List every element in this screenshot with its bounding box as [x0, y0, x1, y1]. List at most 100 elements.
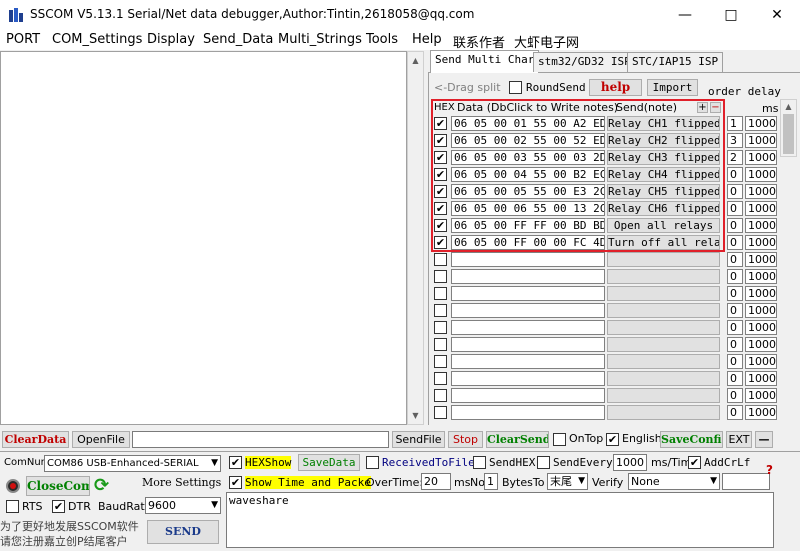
row-hex-checkbox[interactable] — [434, 321, 447, 334]
row-order-field[interactable]: 0 — [727, 405, 743, 420]
multi-scroll-up-icon[interactable]: ▲ — [781, 102, 796, 111]
clear-data-button[interactable]: ClearData — [2, 431, 69, 448]
tab-stc-isp[interactable]: STC/IAP15 ISP — [627, 52, 724, 72]
menu-send-data[interactable]: Send_Data — [203, 32, 273, 47]
row-delay-field[interactable]: 1000 — [745, 252, 777, 267]
english-checkbox[interactable]: ✔ — [606, 433, 619, 446]
tab-stm32-isp[interactable]: stm32/GD32 ISP — [533, 52, 636, 72]
refresh-icon[interactable]: ⟳ — [94, 477, 112, 495]
row-delay-field[interactable]: 1000 — [745, 388, 777, 403]
row-delay-field[interactable]: 1000 — [745, 218, 777, 233]
row-data-field[interactable] — [451, 269, 605, 284]
tab-send-multi-char[interactable]: Send Multi Char — [430, 50, 540, 73]
menu-port[interactable]: PORT — [6, 32, 40, 47]
more-settings-link[interactable]: More Settings — [142, 476, 221, 489]
on-top-checkbox[interactable] — [553, 433, 566, 446]
row-order-field[interactable]: 0 — [727, 337, 743, 352]
send-every-checkbox[interactable] — [537, 456, 550, 469]
receive-scrollbar[interactable]: ▲ ▼ — [407, 51, 424, 425]
row-hex-checkbox[interactable] — [434, 355, 447, 368]
send-file-button[interactable]: SendFile — [392, 431, 445, 448]
row-send-button[interactable] — [607, 405, 720, 420]
row-data-field[interactable] — [451, 303, 605, 318]
row-send-button[interactable] — [607, 371, 720, 386]
file-path-field[interactable] — [132, 431, 389, 448]
row-delay-field[interactable]: 1000 — [745, 303, 777, 318]
stop-button[interactable]: Stop — [448, 431, 483, 448]
row-order-field[interactable]: 0 — [727, 354, 743, 369]
close-com-button[interactable]: CloseCom — [26, 476, 90, 496]
menu-multi-strings[interactable]: Multi_Strings — [278, 32, 362, 47]
row-delay-field[interactable]: 1000 — [745, 269, 777, 284]
row-order-field[interactable]: 0 — [727, 320, 743, 335]
row-hex-checkbox[interactable] — [434, 338, 447, 351]
row-hex-checkbox[interactable] — [434, 304, 447, 317]
scroll-up-icon[interactable]: ▲ — [408, 56, 423, 65]
receive-area[interactable] — [0, 51, 407, 425]
question-icon[interactable]: ? — [766, 463, 773, 477]
menu-display[interactable]: Display — [147, 32, 195, 47]
open-file-button[interactable]: OpenFile — [72, 431, 130, 448]
minimize-icon[interactable]: — — [662, 0, 708, 30]
row-delay-field[interactable]: 1000 — [745, 354, 777, 369]
row-send-button[interactable] — [607, 269, 720, 284]
over-time-field[interactable]: 20 — [421, 473, 451, 490]
row-data-field[interactable] — [451, 337, 605, 352]
send-every-field[interactable]: 1000 — [613, 454, 647, 471]
row-delay-field[interactable]: 1000 — [745, 337, 777, 352]
row-order-field[interactable]: 0 — [727, 286, 743, 301]
ext-button[interactable]: EXT — [726, 431, 752, 448]
row-order-field[interactable]: 3 — [727, 133, 743, 148]
row-order-field[interactable]: 0 — [727, 218, 743, 233]
help-button[interactable]: help — [589, 79, 642, 96]
row-order-field[interactable]: 0 — [727, 184, 743, 199]
bytes-to-select[interactable]: 末尾 ▼ — [547, 473, 588, 490]
row-hex-checkbox[interactable] — [434, 406, 447, 419]
rts-checkbox[interactable] — [6, 500, 19, 513]
row-delay-field[interactable]: 1000 — [745, 405, 777, 420]
close-icon[interactable]: ✕ — [754, 0, 800, 30]
row-order-field[interactable]: 0 — [727, 201, 743, 216]
baud-rate-select[interactable]: 9600 ▼ — [145, 497, 221, 514]
multi-scrollbar[interactable]: ▲ — [780, 99, 797, 157]
row-send-button[interactable] — [607, 252, 720, 267]
row-delay-field[interactable]: 1000 — [745, 116, 777, 131]
scroll-down-icon[interactable]: ▼ — [408, 411, 423, 420]
row-order-field[interactable]: 0 — [727, 371, 743, 386]
received-to-file-checkbox[interactable] — [366, 456, 379, 469]
row-send-button[interactable] — [607, 337, 720, 352]
row-order-field[interactable]: 2 — [727, 150, 743, 165]
row-data-field[interactable] — [451, 286, 605, 301]
maximize-icon[interactable]: □ — [708, 0, 754, 30]
send-text-area[interactable]: waveshare — [226, 492, 774, 548]
menu-website[interactable]: 大虾电子网 — [514, 32, 579, 51]
clear-send-button[interactable]: ClearSend — [486, 431, 549, 448]
verify-select[interactable]: None ▼ — [628, 473, 720, 490]
row-order-field[interactable]: 0 — [727, 303, 743, 318]
row-data-field[interactable] — [451, 252, 605, 267]
menu-com-settings[interactable]: COM_Settings — [52, 32, 142, 47]
com-port-select[interactable]: COM86 USB-Enhanced-SERIAL ▼ — [44, 455, 221, 472]
row-order-field[interactable]: 0 — [727, 269, 743, 284]
row-hex-checkbox[interactable] — [434, 287, 447, 300]
row-delay-field[interactable]: 1000 — [745, 201, 777, 216]
menu-help[interactable]: Help — [412, 32, 442, 47]
row-delay-field[interactable]: 1000 — [745, 371, 777, 386]
save-config-button[interactable]: SaveConfig — [660, 431, 723, 448]
round-send-checkbox[interactable] — [509, 81, 522, 94]
row-send-button[interactable] — [607, 354, 720, 369]
add-crlf-checkbox[interactable]: ✔ — [688, 456, 701, 469]
row-hex-checkbox[interactable] — [434, 372, 447, 385]
row-send-button[interactable] — [607, 303, 720, 318]
row-data-field[interactable] — [451, 320, 605, 335]
row-delay-field[interactable]: 1000 — [745, 150, 777, 165]
promo-line-1[interactable]: 为了更好地发展SSCOM软件 — [0, 518, 139, 534]
drag-split-label[interactable]: <-Drag split — [434, 81, 501, 94]
row-order-field[interactable]: 1 — [727, 116, 743, 131]
hex-show-checkbox[interactable]: ✔ — [229, 456, 242, 469]
row-hex-checkbox[interactable] — [434, 253, 447, 266]
row-order-field[interactable]: 0 — [727, 252, 743, 267]
row-data-field[interactable] — [451, 371, 605, 386]
row-order-field[interactable]: 0 — [727, 235, 743, 250]
row-send-button[interactable] — [607, 286, 720, 301]
